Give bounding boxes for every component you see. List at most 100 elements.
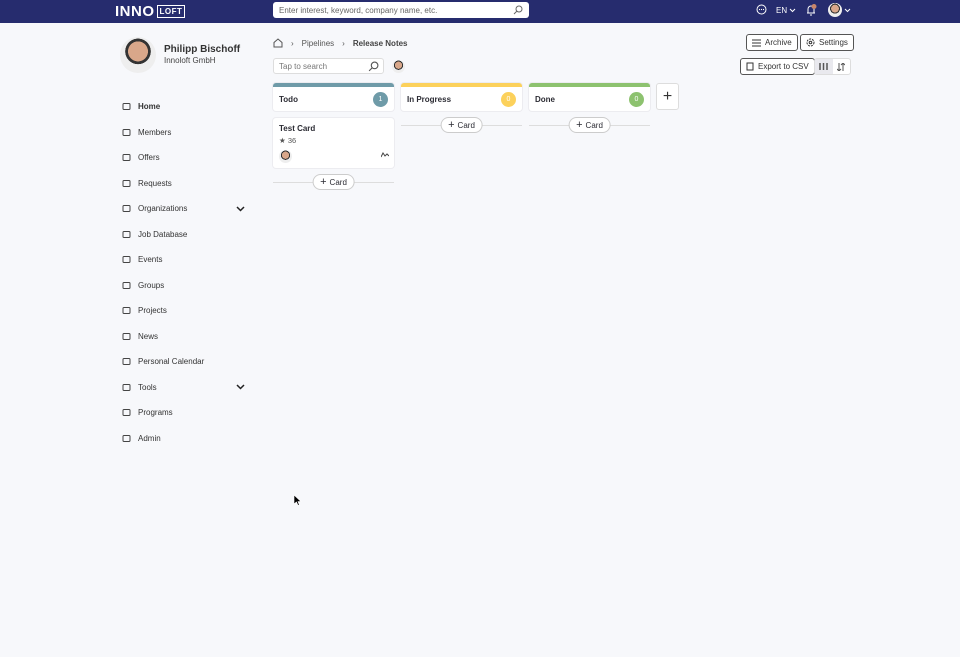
sidebar-item-label: Requests — [138, 178, 172, 188]
breadcrumb: › Pipelines › Release Notes — [273, 38, 408, 48]
profile-avatar[interactable] — [120, 37, 156, 75]
file-export-icon — [746, 62, 754, 71]
sidebar-item-job-database[interactable]: Job Database — [122, 222, 252, 248]
sidebar-item-home[interactable]: Home — [122, 94, 252, 120]
sidebar-item-offers[interactable]: Offers — [122, 145, 252, 171]
user-menu[interactable] — [828, 3, 851, 17]
projects-icon — [122, 307, 131, 315]
column-count-badge: 1 — [373, 91, 388, 107]
sidebar-item-label: Job Database — [138, 229, 188, 239]
sidebar-item-label: Projects — [138, 306, 167, 316]
add-card-row: + Card — [529, 117, 650, 133]
sidebar-item-admin[interactable]: Admin — [122, 426, 252, 452]
gear-icon — [806, 38, 815, 47]
language-select[interactable]: EN — [776, 6, 796, 15]
sidebar-item-label: News — [138, 331, 159, 341]
add-card-label: Card — [457, 120, 475, 130]
sidebar-item-groups[interactable]: Groups — [122, 273, 252, 299]
sidebar-item-projects[interactable]: Projects — [122, 298, 252, 324]
sidebar-item-tools[interactable]: Tools — [122, 375, 252, 401]
chevron-down-icon — [844, 8, 851, 12]
column-title: Done — [535, 94, 555, 104]
breadcrumb-pipelines[interactable]: Pipelines — [302, 39, 334, 48]
archive-label: Archive — [765, 38, 792, 47]
column-header[interactable]: Todo 1 — [273, 83, 394, 111]
column-count-badge: 0 — [629, 91, 644, 107]
megaphone-icon — [122, 179, 131, 187]
avatar — [120, 37, 156, 73]
home-icon[interactable] — [273, 38, 283, 48]
add-card-button[interactable]: + Card — [440, 117, 483, 133]
chevron-down-icon[interactable] — [236, 384, 245, 390]
sidebar-item-label: Home — [138, 102, 161, 112]
export-label: Export to CSV — [758, 62, 809, 71]
card-title: Test Card — [279, 124, 316, 133]
search-placeholder: Tap to search — [279, 62, 328, 71]
archive-button[interactable]: Archive — [746, 34, 798, 51]
sidebar: Home Members Offers Requests Organizations Jo… — [122, 94, 252, 451]
sort-view-button[interactable] — [833, 59, 851, 74]
notifications-button[interactable] — [805, 4, 817, 16]
news-icon — [122, 332, 131, 340]
language-label: EN — [776, 6, 788, 15]
add-card-button[interactable]: + Card — [312, 174, 355, 190]
archive-icon — [752, 39, 761, 46]
sidebar-item-label: Personal Calendar — [138, 357, 205, 367]
column-header[interactable]: In Progress 0 — [401, 83, 522, 111]
global-search-input[interactable]: Enter interest, keyword, company name, e… — [273, 2, 529, 18]
add-card-row: + Card — [401, 117, 522, 133]
chat-icon — [756, 4, 767, 15]
plus-icon: + — [320, 176, 327, 188]
sidebar-item-events[interactable]: Events — [122, 247, 252, 273]
column-title: Todo — [279, 94, 298, 104]
card[interactable]: Test Card ★ 36 — [273, 118, 394, 168]
column-count-badge: 0 — [501, 91, 516, 107]
sidebar-item-members[interactable]: Members — [122, 120, 252, 146]
user-name: Philipp Bischoff — [164, 44, 241, 55]
column-title: In Progress — [407, 94, 452, 104]
bell-icon — [807, 4, 817, 16]
add-card-button[interactable]: + Card — [568, 117, 611, 133]
sidebar-item-label: Programs — [138, 408, 173, 418]
sidebar-item-personal-calendar[interactable]: Personal Calendar — [122, 349, 252, 375]
star-icon: ★ — [279, 136, 286, 145]
admin-icon — [122, 434, 131, 442]
logo[interactable]: INNO LOFT — [115, 3, 186, 20]
sidebar-item-label: Groups — [138, 280, 165, 290]
sidebar-item-news[interactable]: News — [122, 324, 252, 350]
sidebar-item-programs[interactable]: Programs — [122, 400, 252, 426]
column-header[interactable]: Done 0 — [529, 83, 650, 111]
board-search-input[interactable]: Tap to search — [273, 58, 384, 74]
member-avatar[interactable] — [392, 60, 405, 73]
chevron-down-icon — [789, 8, 796, 13]
add-card-row: + Card — [273, 174, 394, 190]
search-icon — [513, 5, 523, 15]
groups-icon — [122, 281, 131, 289]
tools-icon — [122, 383, 131, 391]
settings-button[interactable]: Settings — [800, 34, 854, 51]
avatar — [828, 3, 842, 17]
home-icon — [122, 103, 131, 111]
events-icon — [122, 256, 131, 264]
sidebar-item-label: Admin — [138, 433, 161, 443]
sidebar-item-label: Members — [138, 127, 172, 137]
search-icon — [368, 61, 379, 72]
columns-icon — [819, 63, 828, 70]
sidebar-item-requests[interactable]: Requests — [122, 171, 252, 197]
add-card-label: Card — [329, 177, 347, 187]
sort-icon — [837, 62, 846, 71]
sidebar-item-label: Events — [138, 255, 163, 265]
chevron-down-icon[interactable] — [236, 206, 245, 212]
mouse-cursor-icon — [294, 495, 302, 506]
board-view-button[interactable] — [815, 59, 833, 74]
export-csv-button[interactable]: Export to CSV — [740, 58, 815, 75]
view-toggle — [814, 58, 851, 75]
board-column: Done 0 + Card — [529, 83, 650, 133]
sidebar-item-organizations[interactable]: Organizations — [122, 196, 252, 222]
search-placeholder: Enter interest, keyword, company name, e… — [279, 6, 438, 15]
chat-button[interactable] — [756, 4, 767, 15]
card-assignee-avatar — [279, 150, 292, 163]
card-stars: 36 — [287, 136, 297, 145]
job-icon — [122, 230, 131, 238]
add-column-button[interactable]: + — [656, 83, 679, 110]
